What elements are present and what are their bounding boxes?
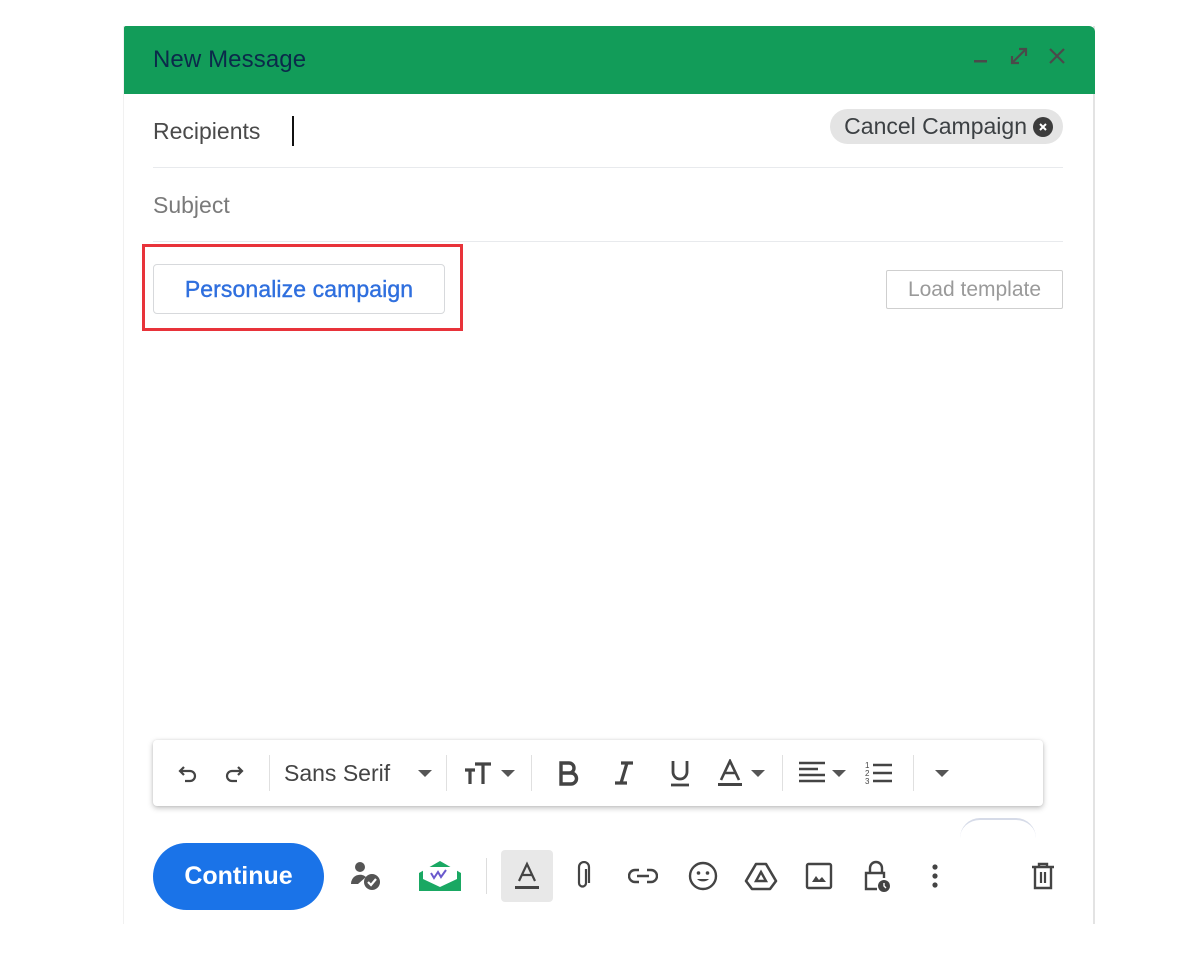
discard-icon[interactable] bbox=[1023, 856, 1063, 896]
personalize-campaign-button[interactable]: Personalize campaign bbox=[153, 264, 445, 314]
compose-title: New Message bbox=[153, 46, 307, 73]
italic-icon[interactable] bbox=[596, 753, 652, 793]
toolbar-divider bbox=[269, 755, 270, 791]
formatting-toolbar: Sans Serif 123 bbox=[153, 740, 1043, 806]
dropdown-arrow-icon bbox=[751, 769, 766, 777]
underline-icon[interactable] bbox=[652, 753, 708, 793]
confidential-mode-icon[interactable] bbox=[857, 856, 897, 896]
font-name: Sans Serif bbox=[284, 759, 391, 786]
cancel-campaign-label: Cancel Campaign bbox=[844, 113, 1027, 139]
toolbar-divider bbox=[531, 755, 533, 791]
formatting-options-icon[interactable] bbox=[501, 850, 553, 902]
cancel-circle-icon bbox=[1033, 116, 1053, 137]
text-color-icon[interactable] bbox=[708, 753, 774, 793]
text-size-icon[interactable] bbox=[455, 753, 523, 793]
toolbar-divider bbox=[913, 755, 915, 791]
emoji-icon[interactable] bbox=[683, 856, 723, 896]
subject-placeholder: Subject bbox=[153, 192, 230, 218]
personalize-campaign-label: Personalize campaign bbox=[184, 275, 414, 302]
bold-icon[interactable] bbox=[540, 753, 596, 793]
dropdown-arrow-icon bbox=[935, 769, 950, 777]
expand-icon[interactable] bbox=[1007, 44, 1031, 68]
floating-button-edge bbox=[960, 818, 1036, 838]
undo-icon[interactable] bbox=[169, 753, 207, 793]
load-template-button[interactable]: Load template bbox=[886, 270, 1063, 309]
actions-divider bbox=[486, 858, 487, 894]
compose-header: New Message bbox=[124, 26, 1095, 94]
link-icon[interactable] bbox=[623, 856, 663, 896]
toolbar-divider bbox=[446, 755, 448, 791]
continue-button[interactable]: Continue bbox=[153, 842, 324, 910]
header-controls bbox=[969, 44, 1069, 68]
photo-icon[interactable] bbox=[799, 856, 839, 896]
compose-actions-bar: Continue bbox=[153, 842, 1063, 910]
minimize-icon[interactable] bbox=[969, 44, 993, 68]
cancel-campaign-button[interactable]: Cancel Campaign bbox=[830, 109, 1063, 144]
numbered-list-icon[interactable]: 123 bbox=[853, 753, 905, 793]
dropdown-arrow-icon bbox=[832, 769, 847, 777]
dropdown-arrow-icon bbox=[501, 769, 516, 777]
subject-field[interactable]: Subject bbox=[153, 168, 1063, 242]
recipients-field[interactable]: Recipients Cancel Campaign bbox=[153, 94, 1063, 168]
more-options-icon[interactable] bbox=[915, 856, 955, 896]
recipient-check-icon[interactable] bbox=[346, 856, 386, 896]
attach-icon[interactable] bbox=[563, 856, 603, 896]
toolbar-divider bbox=[782, 755, 784, 791]
redo-icon[interactable] bbox=[207, 753, 261, 793]
more-formatting-icon[interactable] bbox=[922, 753, 962, 793]
recipients-label: Recipients bbox=[153, 118, 261, 144]
close-icon[interactable] bbox=[1045, 44, 1069, 68]
compose-window: New Message Recipients Cancel Campaign S… bbox=[123, 26, 1095, 924]
align-icon[interactable] bbox=[791, 753, 853, 793]
continue-label: Continue bbox=[184, 861, 293, 890]
mail-tracking-icon[interactable] bbox=[416, 856, 464, 896]
drive-icon[interactable] bbox=[741, 856, 781, 896]
font-select[interactable]: Sans Serif bbox=[278, 753, 438, 793]
text-cursor bbox=[292, 116, 294, 146]
dropdown-arrow-icon bbox=[418, 769, 433, 777]
svg-text:3: 3 bbox=[865, 777, 870, 786]
load-template-label: Load template bbox=[907, 277, 1042, 301]
